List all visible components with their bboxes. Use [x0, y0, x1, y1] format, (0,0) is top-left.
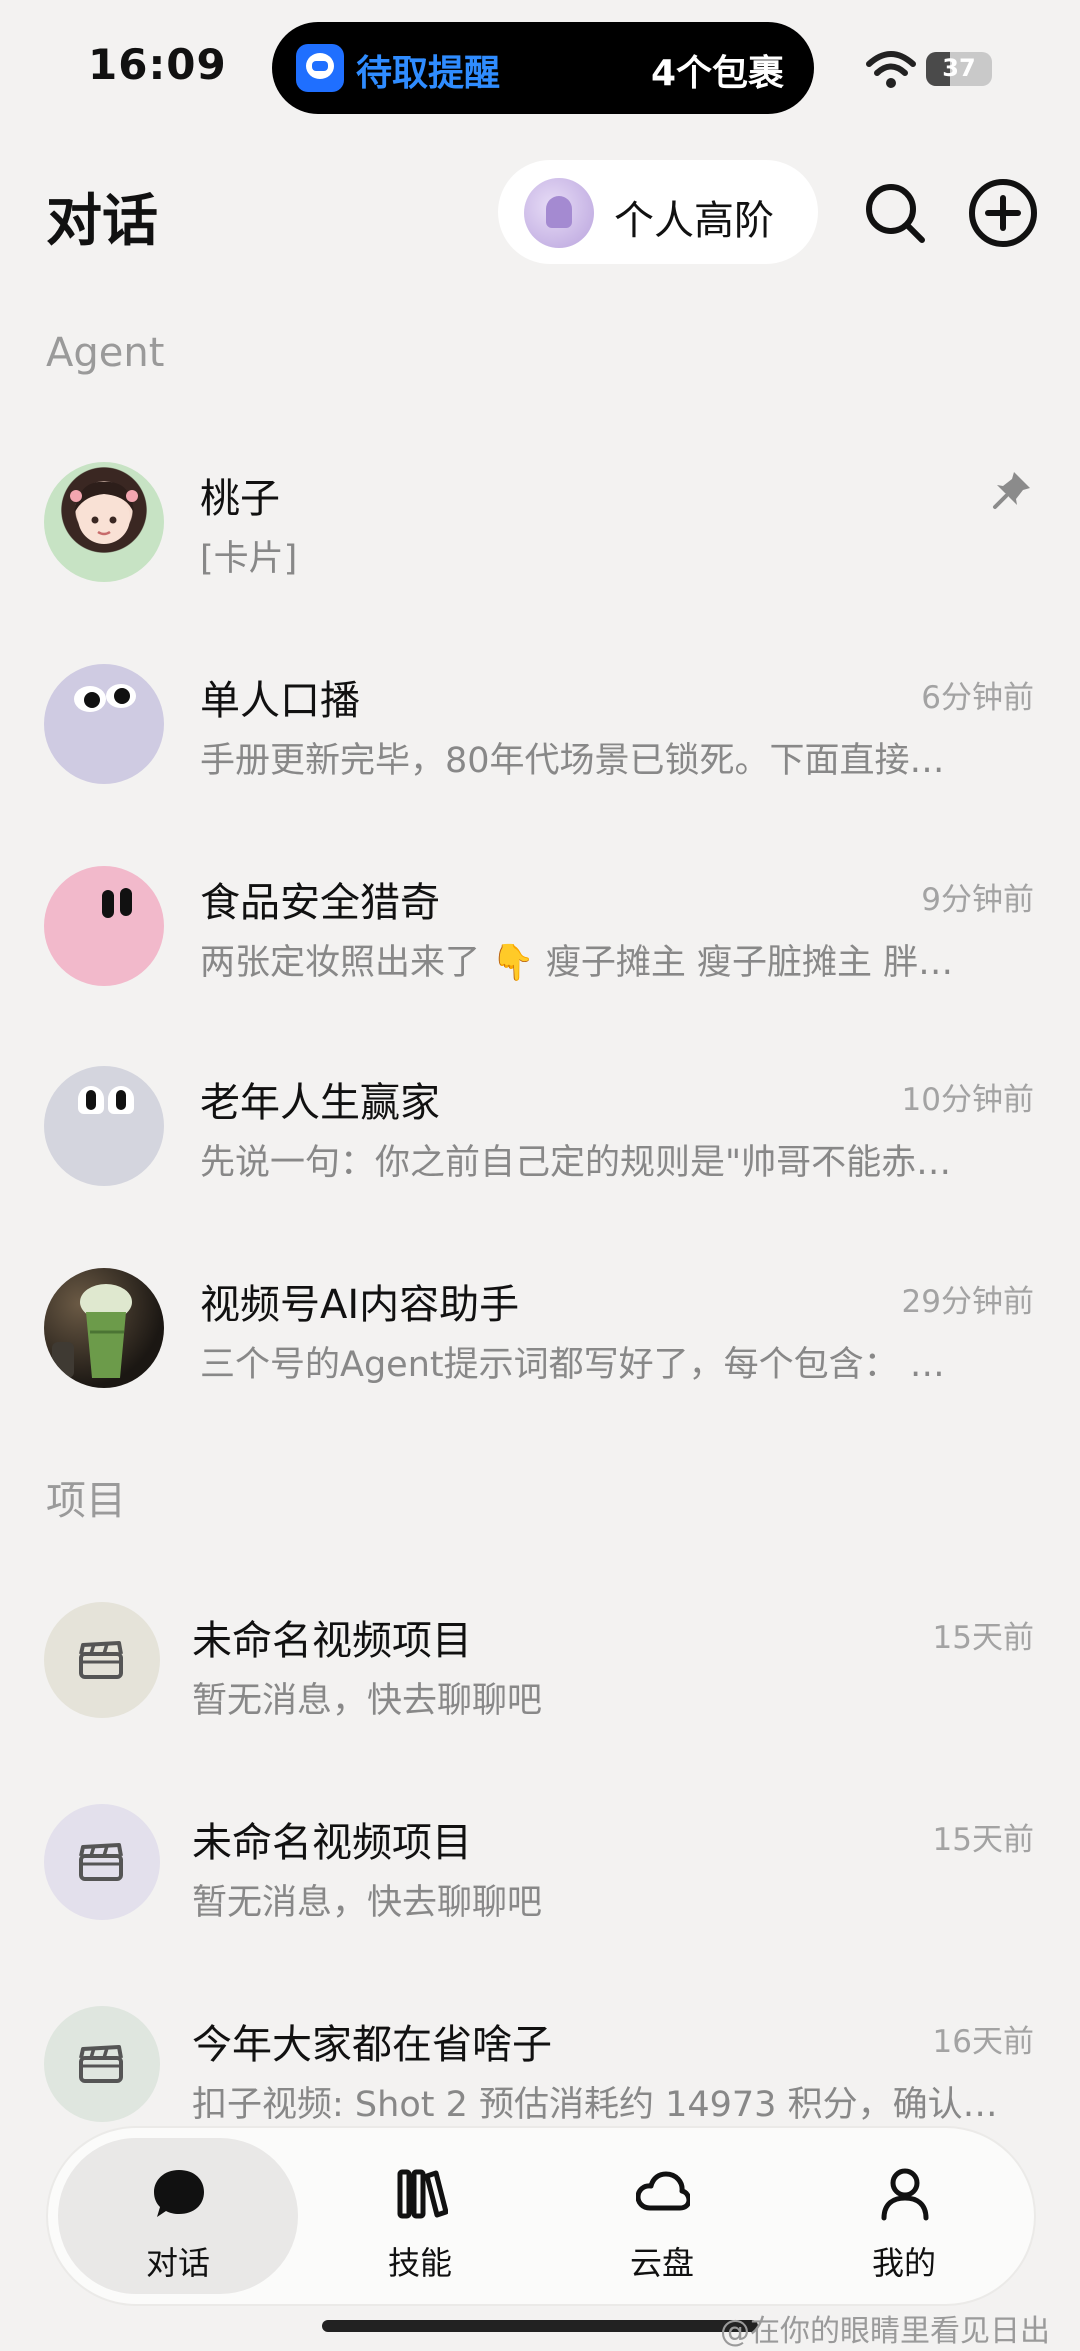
clapperboard-icon — [79, 1843, 123, 1881]
tab-label: 技能 — [387, 2244, 452, 2282]
tab-label: 云盘 — [629, 2244, 694, 2282]
new-chat-plus-icon[interactable] — [966, 176, 1040, 250]
project-preview: 暂无消息，快去聊聊吧 — [192, 1681, 543, 1721]
island-package-count: 4个包裹 — [650, 53, 784, 94]
agent-preview: 两张定妆照出来了 👇 瘦子摊主 瘦子脏摊主 胖… — [200, 943, 954, 983]
agent-row[interactable]: 桃子 [卡片] — [0, 442, 1080, 602]
tab-label: 对话 — [145, 2244, 210, 2282]
project-name: 未命名视频项目 — [192, 1618, 472, 1664]
agent-row[interactable]: 老年人生赢家 10分钟前 先说一句：你之前自己定的规则是"帅哥不能赤… — [0, 1046, 1080, 1206]
tab-chat[interactable]: 对话 — [58, 2138, 298, 2294]
project-time: 15天前 — [932, 1822, 1034, 1858]
agent-name: 桃子 — [200, 476, 280, 522]
project-time: 15天前 — [932, 1620, 1034, 1656]
tab-label: 我的 — [871, 2244, 936, 2282]
project-avatar — [44, 1804, 160, 1920]
project-row[interactable]: 未命名视频项目 15天前 暂无消息，快去聊聊吧 — [0, 1786, 1080, 1946]
avatar — [44, 462, 164, 582]
project-time: 16天前 — [932, 2024, 1034, 2060]
section-label-projects: 项目 — [46, 1478, 126, 1524]
clapperboard-icon — [79, 1641, 123, 1679]
plan-label: 个人高阶 — [614, 198, 774, 244]
project-avatar — [44, 1602, 160, 1718]
tab-cloud-drive[interactable]: 云盘 — [542, 2138, 782, 2294]
plan-button[interactable]: 个人高阶 — [498, 160, 818, 264]
project-name: 今年大家都在省啥子 — [192, 2022, 552, 2068]
agent-row[interactable]: 食品安全猎奇 9分钟前 两张定妆照出来了 👇 瘦子摊主 瘦子脏摊主 胖… — [0, 846, 1080, 1006]
bottom-tab-bar: 对话 技能 云盘 我的 — [48, 2128, 1034, 2304]
project-row[interactable]: 今年大家都在省啥子 16天前 扣子视频: Shot 2 预估消耗约 14973 … — [0, 1988, 1080, 2148]
agent-preview: 三个号的Agent提示词都写好了，每个包含： … — [200, 1345, 945, 1385]
agent-preview: [卡片] — [200, 539, 298, 579]
clapperboard-icon — [79, 2045, 123, 2083]
island-title: 待取提醒 — [356, 53, 501, 94]
wifi-icon — [866, 51, 916, 88]
status-time: 16:09 — [88, 40, 227, 89]
agent-name: 老年人生赢家 — [200, 1080, 440, 1126]
project-row[interactable]: 未命名视频项目 15天前 暂无消息，快去聊聊吧 — [0, 1584, 1080, 1744]
agent-preview: 先说一句：你之前自己定的规则是"帅哥不能赤… — [200, 1143, 952, 1183]
cloud-icon — [636, 2171, 690, 2211]
home-indicator[interactable] — [322, 2320, 758, 2332]
agent-name: 食品安全猎奇 — [200, 880, 440, 926]
search-icon[interactable] — [860, 178, 930, 248]
package-app-icon — [296, 44, 344, 92]
agent-row[interactable]: 视频号AI内容助手 29分钟前 三个号的Agent提示词都写好了，每个包含： … — [0, 1248, 1080, 1408]
agent-time: 9分钟前 — [921, 882, 1034, 918]
books-icon — [397, 2169, 448, 2219]
chat-bubble-icon — [154, 2170, 204, 2217]
avatar — [44, 664, 164, 784]
plan-badge-icon — [524, 178, 594, 248]
agent-name: 单人口播 — [200, 678, 360, 724]
agent-preview: 手册更新完毕，80年代场景已锁死。下面直接… — [200, 741, 945, 781]
tab-me[interactable]: 我的 — [784, 2138, 1024, 2294]
agent-row[interactable]: 单人口播 6分钟前 手册更新完毕，80年代场景已锁死。下面直接… — [0, 644, 1080, 804]
agent-time: 10分钟前 — [901, 1082, 1034, 1118]
person-icon — [881, 2168, 929, 2221]
agent-time: 29分钟前 — [901, 1284, 1034, 1320]
section-label-agent: Agent — [46, 330, 165, 376]
avatar — [44, 1066, 164, 1186]
avatar — [44, 1268, 164, 1388]
agent-name: 视频号AI内容助手 — [200, 1282, 520, 1328]
project-preview: 暂无消息，快去聊聊吧 — [192, 1883, 543, 1923]
project-avatar — [44, 2006, 160, 2122]
pin-icon — [993, 472, 1030, 509]
project-name: 未命名视频项目 — [192, 1820, 472, 1866]
project-preview: 扣子视频: Shot 2 预估消耗约 14973 积分，确认… — [192, 2085, 998, 2125]
agent-time: 6分钟前 — [921, 680, 1034, 716]
page-title: 对话 — [46, 189, 158, 254]
battery-percent: 37 — [942, 54, 976, 82]
dynamic-island-notification[interactable]: 待取提醒 4个包裹 — [272, 22, 814, 114]
avatar — [44, 866, 164, 986]
watermark: @在你的眼睛里看见日出 — [720, 2314, 1050, 2349]
tab-skills[interactable]: 技能 — [300, 2138, 540, 2294]
battery-indicator: 37 — [926, 52, 992, 86]
